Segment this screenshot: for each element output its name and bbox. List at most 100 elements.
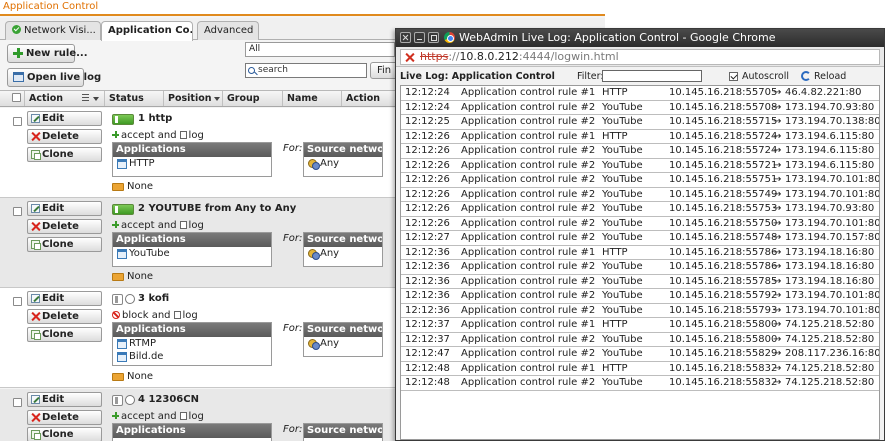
new-rule-button[interactable]: New rule...	[7, 44, 88, 63]
chrome-logo-icon	[444, 32, 455, 43]
window-title: WebAdmin Live Log: Application Control -…	[459, 31, 776, 44]
status-toggle-ring[interactable]	[125, 395, 135, 405]
accept-icon	[112, 131, 119, 138]
log-entry: 12:12:26 Application control rule #2 YouTu…	[401, 217, 880, 231]
log-app: YouTube	[602, 290, 643, 301]
log-time: 12:12:27	[405, 232, 450, 243]
log-rule: Application control rule #2	[461, 116, 596, 127]
log-icon	[179, 221, 187, 229]
edit-icon	[31, 204, 40, 213]
column-position[interactable]: Position	[163, 91, 222, 106]
source-networks-box: Source networks Any	[303, 322, 383, 357]
log-arrow: →	[773, 304, 782, 316]
row-checkbox[interactable]	[13, 117, 22, 126]
log-arrow: →	[773, 333, 782, 345]
log-icon	[173, 311, 181, 319]
applications-header: Applications	[113, 323, 271, 337]
source-networks-box: Source networks Any	[303, 142, 383, 177]
column-group[interactable]: Group	[222, 91, 282, 106]
log-arrow: →	[773, 87, 782, 98]
edit-button[interactable]: Edit	[27, 291, 102, 306]
tab-network-visibility[interactable]: Network Visi...	[5, 21, 101, 40]
rule-action: accept and log	[112, 220, 204, 231]
status-toggle-ring[interactable]	[125, 294, 135, 304]
edit-button[interactable]: Edit	[27, 392, 102, 407]
clone-button[interactable]: Clone	[27, 427, 102, 441]
application-icon	[117, 352, 127, 362]
application-icon	[117, 249, 127, 259]
log-time: 12:12:26	[405, 159, 450, 171]
column-action[interactable]: Action	[24, 91, 104, 106]
reload-link[interactable]: Reload	[814, 68, 846, 85]
clone-button[interactable]: Clone	[27, 237, 102, 252]
status-toggle[interactable]	[112, 114, 134, 125]
log-time: 12:12:37	[405, 319, 450, 330]
folder-icon	[112, 183, 124, 191]
maximize-icon[interactable]	[428, 32, 439, 43]
clone-button[interactable]: Clone	[27, 327, 102, 342]
autoscroll-checkbox[interactable]	[729, 72, 738, 81]
log-src: 10.145.16.218:55792	[669, 290, 778, 301]
delete-button[interactable]: Delete	[27, 410, 102, 425]
log-arrow: →	[773, 188, 782, 200]
log-arrow: →	[773, 261, 782, 272]
close-icon[interactable]	[400, 32, 411, 43]
delete-button[interactable]: Delete	[27, 309, 102, 324]
search-input[interactable]: search	[245, 63, 367, 78]
status-toggle[interactable]	[112, 294, 123, 305]
insecure-connection-icon[interactable]	[405, 53, 414, 62]
filter-select[interactable]: All	[245, 42, 395, 57]
filter-input[interactable]	[602, 70, 702, 82]
minimize-icon[interactable]	[414, 32, 425, 43]
log-src: 10.145.16.218:55708	[669, 101, 778, 113]
window-titlebar[interactable]: WebAdmin Live Log: Application Control -…	[396, 29, 884, 47]
row-checkbox[interactable]	[13, 398, 22, 407]
log-src: 10.145.16.218:55793	[669, 304, 778, 316]
rule-name: 4 12306CN	[138, 394, 199, 405]
log-time: 12:12:36	[405, 246, 450, 258]
column-action-2[interactable]: Action	[341, 91, 401, 106]
status-toggle[interactable]	[112, 395, 123, 406]
log-dst: 173.194.70.101:80	[785, 290, 880, 301]
status-toggle[interactable]	[112, 204, 134, 215]
columns-menu-icon[interactable]	[82, 94, 90, 102]
rule-name: 1 http	[138, 113, 173, 124]
log-src: 10.145.16.218:55785	[669, 275, 778, 287]
log-entry: 12:12:25 Application control rule #2 YouTu…	[401, 115, 879, 130]
log-arrow: →	[773, 319, 782, 330]
column-status[interactable]: Status	[104, 91, 163, 106]
log-dst: 173.194.70.101:80	[785, 217, 880, 229]
select-all-checkbox[interactable]	[12, 93, 21, 102]
url-field[interactable]: https://10.8.0.212:4444/logwin.html	[400, 49, 880, 65]
log-time: 12:12:36	[405, 304, 450, 316]
row-checkbox[interactable]	[13, 297, 22, 306]
chevron-down-icon[interactable]	[93, 97, 99, 101]
column-name[interactable]: Name	[282, 91, 341, 106]
edit-button[interactable]: Edit	[27, 201, 102, 216]
log-arrow: →	[773, 377, 782, 388]
log-time: 12:12:24	[405, 101, 450, 113]
open-live-log-button[interactable]: Open live log	[7, 68, 101, 87]
log-src: 10.145.16.218:55786	[669, 246, 778, 258]
tab-application-control[interactable]: Application Co...	[101, 21, 193, 41]
log-entry: 12:12:48 Application control rule #2 YouTu…	[401, 376, 879, 391]
url-separator: ://	[448, 50, 460, 63]
edit-button[interactable]: Edit	[27, 111, 102, 126]
log-list[interactable]: 12:12:24 Application control rule #1 HTTP 1…	[400, 85, 880, 440]
log-dst: 208.117.236.16:80	[785, 348, 880, 359]
log-time: 12:12:48	[405, 377, 450, 388]
log-icon	[179, 412, 187, 420]
clone-button[interactable]: Clone	[27, 147, 102, 162]
log-src: 10.145.16.218:55724	[669, 145, 778, 156]
tab-advanced[interactable]: Advanced	[197, 21, 259, 40]
log-entry: 12:12:36 Application control rule #2 YouTu…	[401, 289, 879, 304]
source-networks-header: Source networks	[304, 233, 382, 247]
delete-button[interactable]: Delete	[27, 219, 102, 234]
chevron-down-icon[interactable]	[214, 97, 220, 101]
delete-button[interactable]: Delete	[27, 129, 102, 144]
for-label: For:	[283, 143, 303, 154]
application-item: Bild.de	[113, 350, 271, 363]
window-icon	[13, 72, 24, 82]
row-checkbox[interactable]	[13, 207, 22, 216]
reload-icon[interactable]	[801, 71, 811, 81]
